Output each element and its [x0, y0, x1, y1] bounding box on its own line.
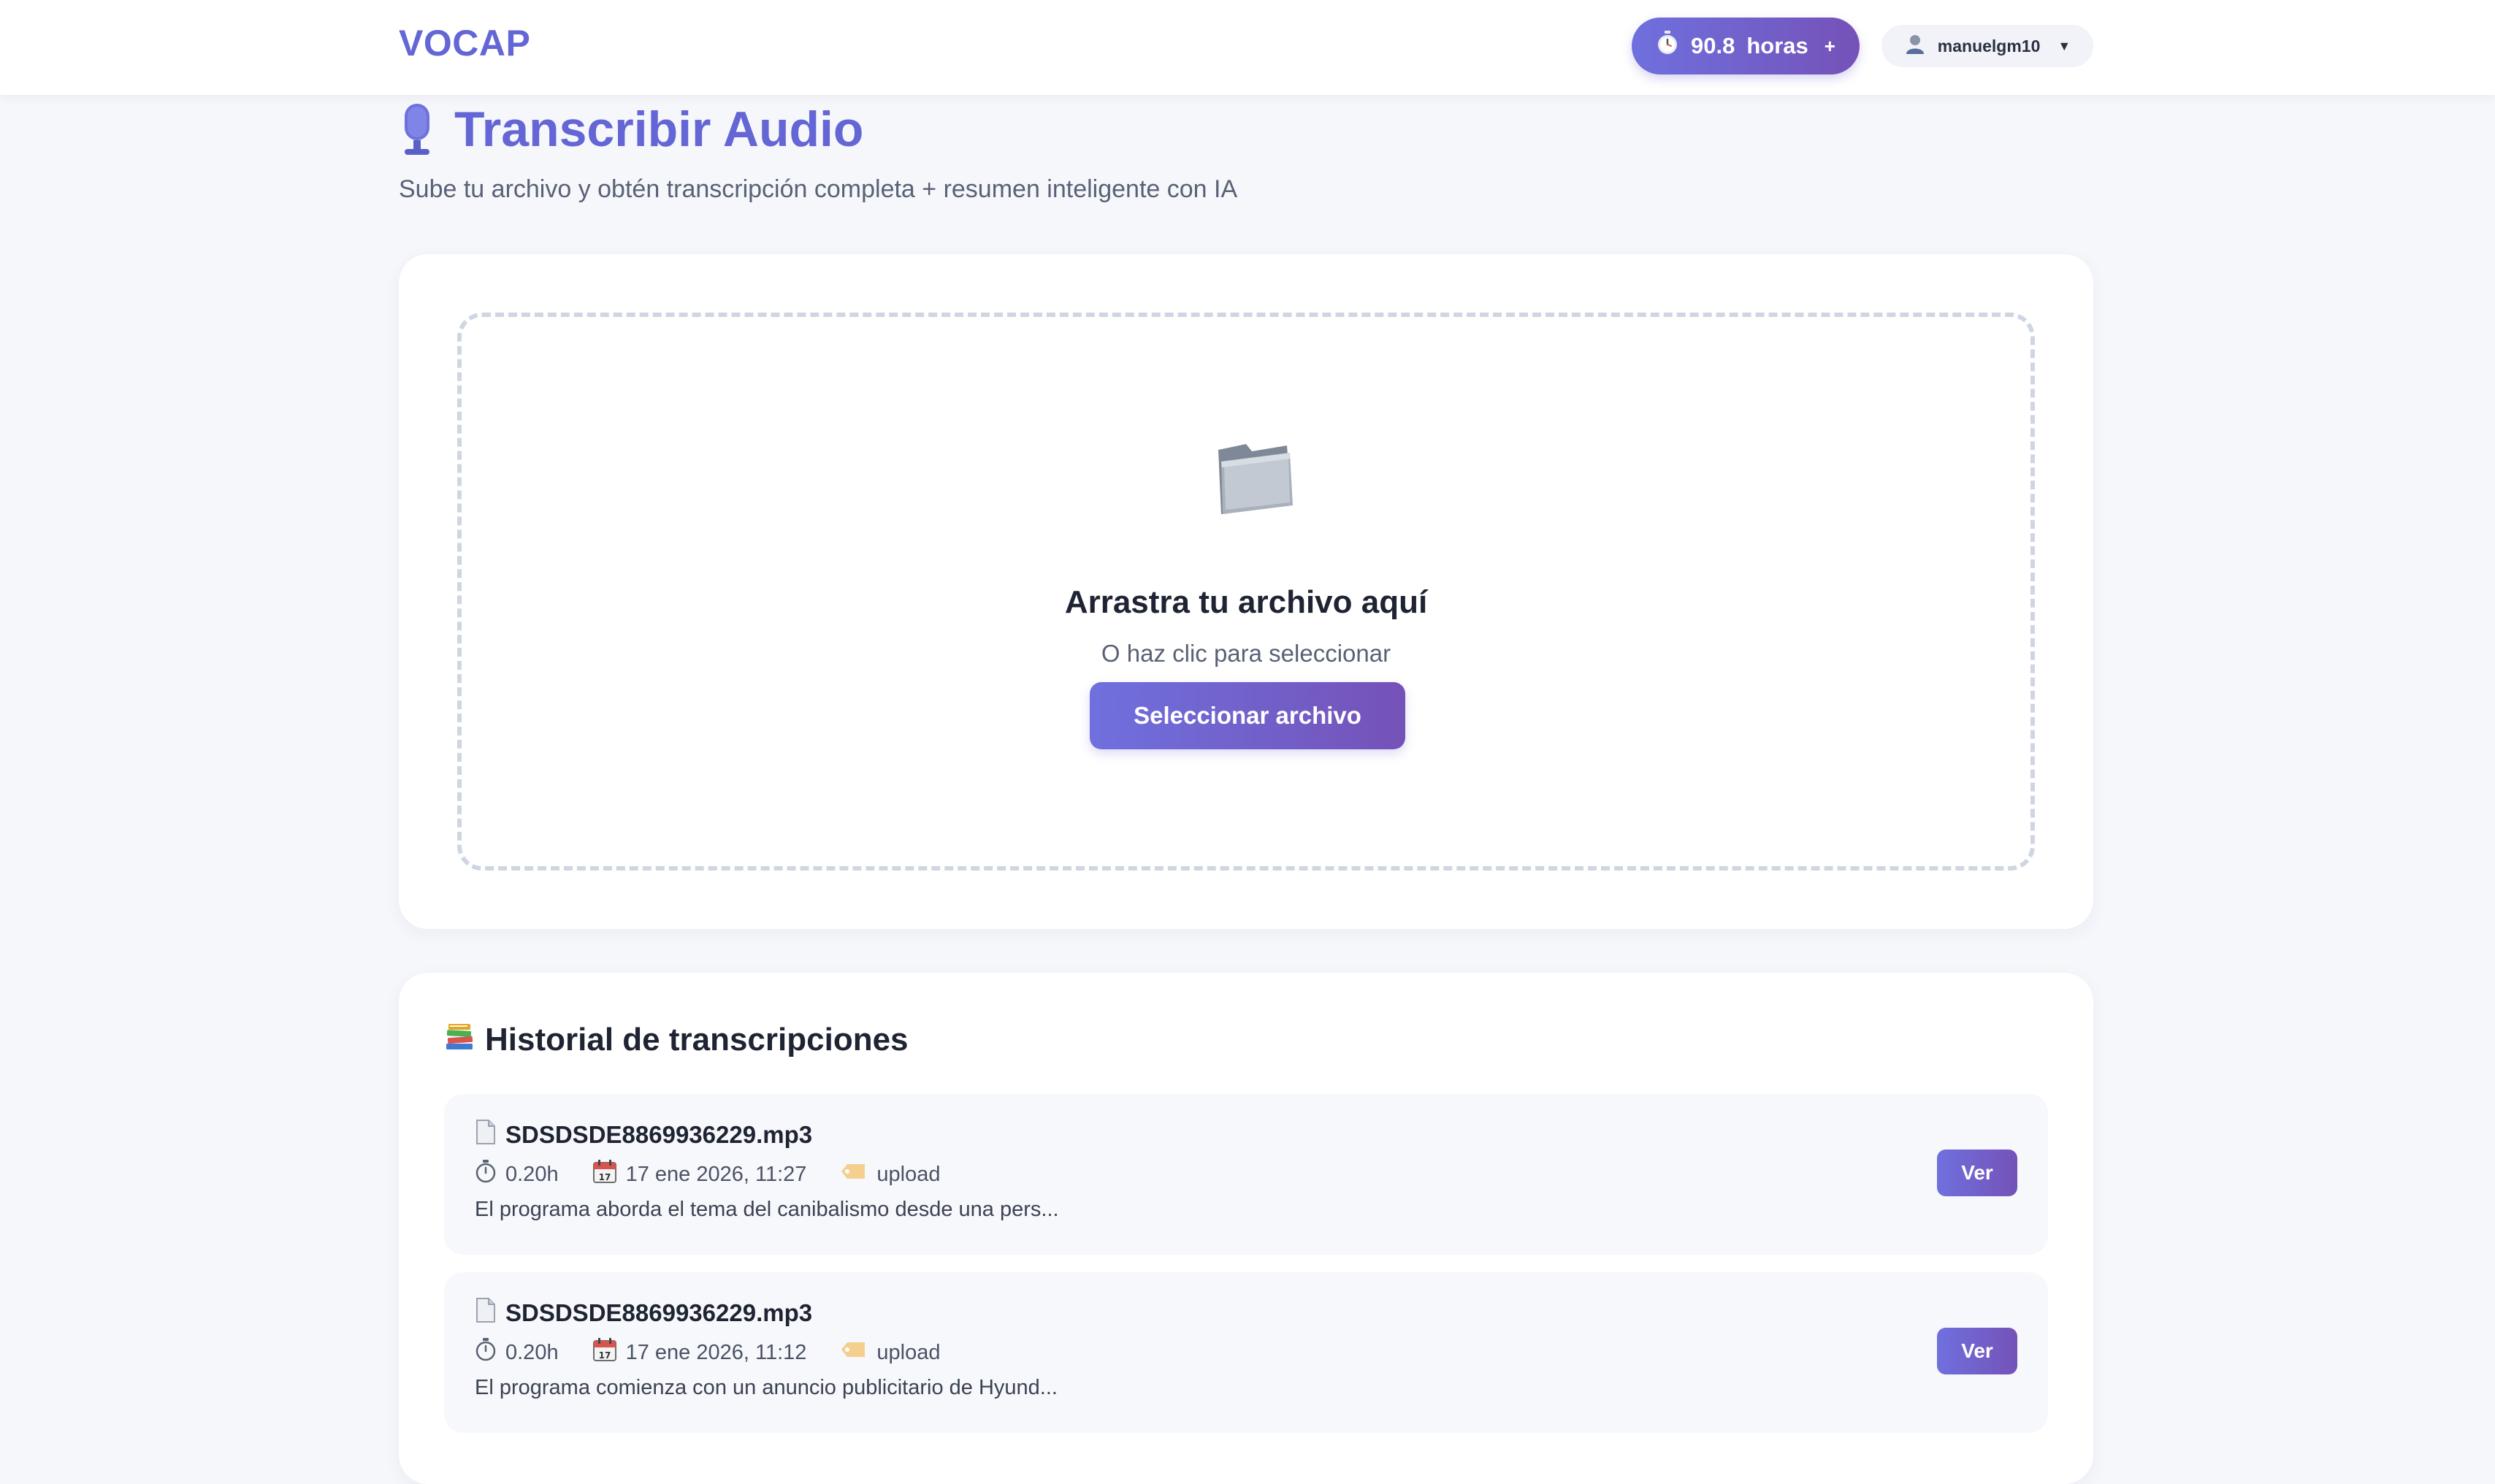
view-transcription-button[interactable]: Ver [1937, 1328, 2017, 1374]
page-title: Transcribir Audio [399, 96, 863, 162]
history-item-filename: SDSDSDE8869936229.mp3 [505, 1299, 813, 1326]
stopwatch-icon [475, 1338, 497, 1367]
books-icon [444, 1022, 475, 1059]
document-icon [475, 1119, 497, 1151]
document-icon [475, 1297, 497, 1329]
history-item-duration: 0.20h [505, 1340, 559, 1364]
history-item-meta: 0.20h 17 17 ene 2026, 11:27 upload [475, 1158, 940, 1190]
history-item-source: upload [876, 1340, 941, 1364]
file-dropzone[interactable]: Arrastra tu archivo aquí O haz clic para… [457, 313, 2035, 871]
history-item-filename-row: SDSDSDE8869936229.mp3 [475, 1296, 812, 1331]
user-icon [1904, 33, 1926, 59]
history-item: SDSDSDE8869936229.mp3 0.20h 17 17 ene 20… [444, 1094, 2048, 1255]
history-title-text: Historial de transcripciones [485, 1022, 909, 1057]
calendar-icon: 17 [592, 1159, 617, 1190]
svg-text:17: 17 [598, 1172, 611, 1182]
history-item-date: 17 ene 2026, 11:27 [625, 1162, 807, 1186]
history-item-duration: 0.20h [505, 1162, 559, 1186]
dropzone-title: Arrastra tu archivo aquí [1064, 584, 1428, 620]
page-title-text: Transcribir Audio [454, 102, 864, 157]
history-item-summary: El programa comienza con un anuncio publ… [475, 1376, 1058, 1399]
history-title: Historial de transcripciones [444, 1020, 909, 1060]
history-item-filename-row: SDSDSDE8869936229.mp3 [475, 1117, 812, 1152]
stopwatch-icon [1656, 31, 1679, 61]
hours-unit: horas [1746, 33, 1808, 58]
stopwatch-icon [475, 1160, 497, 1189]
microphone-icon [399, 102, 435, 156]
chevron-down-icon: ▼ [2057, 38, 2071, 53]
history-item-summary: El programa aborda el tema del canibalis… [475, 1198, 1059, 1221]
top-bar: VOCAP 90.8 horas + manuelgm10 ▼ [0, 0, 2495, 95]
hours-value: 90.8 [1691, 33, 1735, 58]
user-menu[interactable]: manuelgm10 ▼ [1881, 25, 2093, 67]
select-file-button[interactable]: Seleccionar archivo [1090, 682, 1405, 749]
page-subtitle: Sube tu archivo y obtén transcripción co… [399, 175, 1238, 203]
tag-icon [840, 1161, 868, 1187]
upload-card: Arrastra tu archivo aquí O haz clic para… [399, 254, 2093, 929]
hours-balance-button[interactable]: 90.8 horas + [1632, 18, 1860, 74]
history-item-meta: 0.20h 17 17 ene 2026, 11:12 upload [475, 1336, 940, 1369]
view-transcription-button[interactable]: Ver [1937, 1150, 2017, 1196]
username: manuelgm10 [1937, 36, 2041, 56]
history-item-date: 17 ene 2026, 11:12 [625, 1340, 807, 1364]
history-item: SDSDSDE8869936229.mp3 0.20h 17 17 ene 20… [444, 1272, 2048, 1433]
history-item-filename: SDSDSDE8869936229.mp3 [505, 1121, 813, 1148]
svg-text:17: 17 [598, 1350, 611, 1361]
dropzone-subtitle: O haz clic para seleccionar [1101, 640, 1391, 667]
calendar-icon: 17 [592, 1337, 617, 1368]
tag-icon [840, 1339, 868, 1366]
app-logo[interactable]: VOCAP [399, 22, 530, 64]
add-hours-icon: + [1824, 34, 1835, 57]
history-card: Historial de transcripciones SDSDSDE8869… [399, 973, 2093, 1484]
history-item-source: upload [876, 1162, 941, 1186]
folder-icon [1211, 434, 1299, 521]
